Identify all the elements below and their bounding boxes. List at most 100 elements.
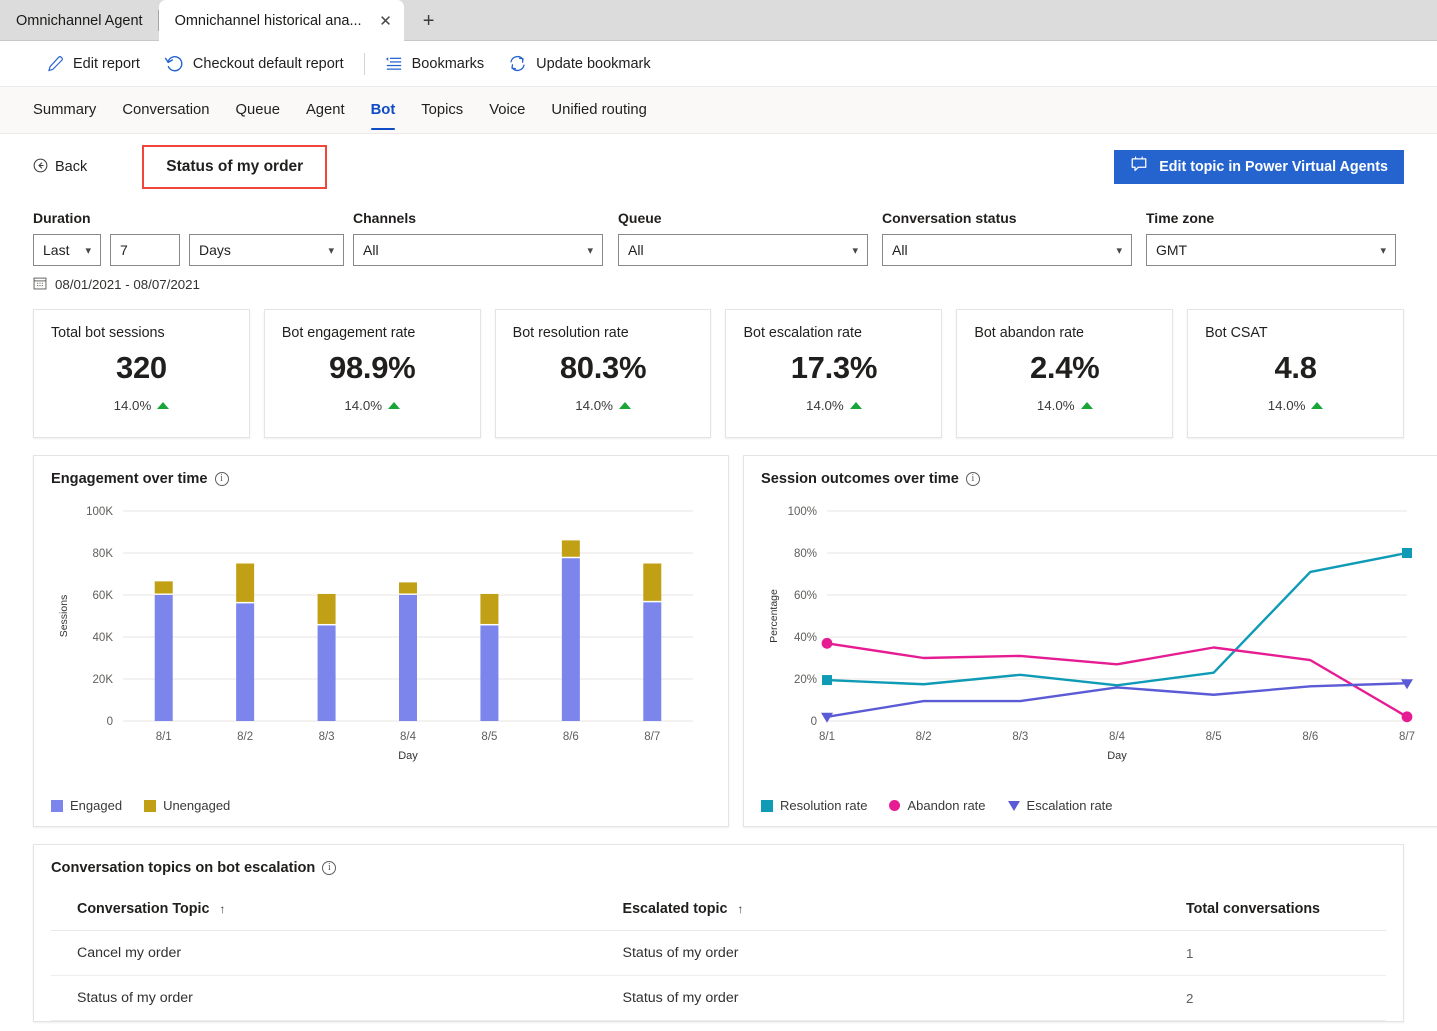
info-icon[interactable]: i	[322, 861, 337, 875]
svg-text:8/5: 8/5	[481, 731, 497, 743]
trend-up-icon	[849, 402, 862, 409]
table-header-row: Conversation Topic ↑ Escalated topic ↑ Tot…	[51, 889, 1386, 931]
duration-amount-input[interactable]: 7	[110, 234, 180, 266]
column-header-conversation-topic[interactable]: Conversation Topic ↑	[51, 889, 597, 931]
tab-agent[interactable]: Agent	[306, 90, 345, 130]
svg-text:100%: 100%	[788, 506, 817, 518]
legend-item-engaged[interactable]: Engaged	[51, 798, 122, 813]
chat-bot-icon	[1130, 156, 1148, 178]
column-header-escalated-topic[interactable]: Escalated topic ↑	[596, 889, 1056, 931]
svg-text:Sessions: Sessions	[58, 595, 70, 638]
browser-tab-strip: Omnichannel Agent Omnichannel historical…	[0, 0, 1437, 41]
table-row[interactable]: Cancel my order Status of my order 1	[51, 930, 1386, 976]
tab-conversation[interactable]: Conversation	[122, 90, 209, 130]
date-range-display: 08/01/2021 - 08/07/2021	[33, 276, 353, 293]
kpi-delta: 14.0%	[1268, 398, 1324, 413]
queue-select[interactable]: All ▾	[618, 234, 868, 266]
browser-tab-omnichannel-agent[interactable]: Omnichannel Agent	[0, 0, 159, 41]
duration-relative-select[interactable]: Last ▾	[33, 234, 101, 266]
column-label: Total conversations	[1186, 901, 1320, 917]
engaged-swatch	[51, 799, 63, 812]
back-label: Back	[55, 159, 88, 175]
edit-topic-in-power-virtual-agents-button[interactable]: Edit topic in Power Virtual Agents	[1114, 150, 1404, 184]
engagement-chart-title: Engagement over time	[51, 471, 208, 487]
info-icon[interactable]: i	[965, 472, 980, 486]
new-tab-icon[interactable]: +	[412, 4, 446, 38]
kpi-card-bot-resolution-rate: Bot resolution rate 80.3% 14.0%	[494, 309, 712, 438]
kpi-delta-value: 14.0%	[1036, 398, 1075, 413]
svg-text:8/7: 8/7	[1399, 731, 1415, 743]
browser-tab-historical-analytics[interactable]: Omnichannel historical ana... ✕	[158, 0, 404, 41]
svg-text:8/4: 8/4	[1109, 731, 1126, 743]
tab-topics[interactable]: Topics	[421, 90, 463, 130]
edit-report-button[interactable]: Edit report	[34, 49, 152, 79]
tab-bot[interactable]: Bot	[370, 90, 395, 130]
refresh-icon	[508, 54, 527, 73]
duration-unit-value: Days	[199, 242, 231, 258]
kpi-delta-value: 14.0%	[575, 398, 613, 413]
close-icon[interactable]: ✕	[376, 11, 396, 31]
conversation-status-select[interactable]: All ▾	[882, 234, 1132, 266]
kpi-delta-value: 14.0%	[806, 398, 844, 413]
kpi-title: Bot CSAT	[1205, 325, 1268, 341]
cell-escalated-topic: Status of my order	[596, 930, 1056, 976]
legend-item-abandon-rate[interactable]: Abandon rate	[889, 798, 986, 813]
browser-tab-title: Omnichannel historical ana...	[174, 12, 362, 29]
legend-item-unengaged[interactable]: Unengaged	[144, 798, 230, 813]
bookmarks-button[interactable]: Bookmarks	[373, 49, 497, 79]
update-bookmark-button[interactable]: Update bookmark	[496, 48, 662, 79]
pva-button-label: Edit topic in Power Virtual Agents	[1159, 159, 1388, 175]
time-zone-select[interactable]: GMT ▾	[1146, 234, 1396, 266]
legend-item-resolution-rate[interactable]: Resolution rate	[761, 798, 867, 813]
channels-select[interactable]: All ▾	[353, 234, 603, 266]
kpi-card-bot-engagement-rate: Bot engagement rate 98.9% 14.0%	[263, 309, 481, 438]
engagement-chart-title-row: Engagement over time i	[51, 471, 711, 487]
table-body: Cancel my order Status of my order 1 Sta…	[51, 930, 1386, 1021]
pencil-icon	[46, 55, 64, 73]
browser-tab-title: Omnichannel Agent	[16, 12, 143, 29]
legend-label: Abandon rate	[907, 798, 986, 813]
svg-text:60K: 60K	[93, 590, 114, 602]
legend-label: Resolution rate	[780, 798, 868, 813]
svg-text:80K: 80K	[93, 548, 114, 560]
kpi-title: Bot engagement rate	[281, 325, 416, 341]
kpi-card-total-bot-sessions: Total bot sessions 320 14.0%	[33, 309, 250, 438]
engagement-chart-legend: Engaged Unengaged	[51, 798, 230, 813]
resolution-rate-swatch	[761, 799, 773, 812]
kpi-card-bot-abandon-rate: Bot abandon rate 2.4% 14.0%	[956, 309, 1174, 438]
sort-ascending-icon: ↑	[737, 902, 744, 916]
cell-total-conversations: 1	[1056, 930, 1386, 976]
svg-text:8/6: 8/6	[563, 731, 579, 743]
bookmarks-label: Bookmarks	[411, 55, 485, 72]
column-header-total-conversations[interactable]: Total conversations	[1056, 889, 1386, 931]
kpi-title: Total bot sessions	[51, 325, 165, 341]
page-content: Back Status of my order Edit topic in Po…	[0, 136, 1437, 1022]
kpi-card-bot-csat: Bot CSAT 4.8 14.0%	[1187, 309, 1404, 438]
duration-controls: Last ▾ 7 Days ▾	[33, 234, 353, 266]
legend-label: Engaged	[70, 798, 123, 813]
checkout-default-report-button[interactable]: Checkout default report	[152, 48, 356, 80]
svg-text:8/5: 8/5	[1206, 731, 1222, 743]
legend-label: Escalation rate	[1026, 798, 1113, 813]
info-icon[interactable]: i	[214, 472, 229, 486]
tab-queue[interactable]: Queue	[236, 90, 280, 130]
duration-filter-group: Duration Last ▾ 7 Days ▾ 08/01/2021 - 08…	[33, 210, 353, 293]
duration-unit-select[interactable]: Days ▾	[189, 234, 344, 266]
kpi-value: 320	[116, 350, 167, 385]
topics-table-title-row: Conversation topics on bot escalation i	[51, 860, 1386, 876]
conversation-topics-panel: Conversation topics on bot escalation i …	[33, 844, 1404, 1022]
escalation-rate-marker	[1007, 800, 1020, 811]
tab-voice[interactable]: Voice	[489, 90, 525, 130]
abandon-rate-marker	[889, 800, 901, 811]
legend-item-escalation-rate[interactable]: Escalation rate	[1007, 798, 1113, 813]
total-value: 2	[1186, 990, 1194, 1006]
topics-table-title: Conversation topics on bot escalation	[51, 860, 316, 876]
sort-ascending-icon: ↑	[219, 902, 226, 916]
tab-summary[interactable]: Summary	[33, 90, 96, 130]
back-button[interactable]: Back	[33, 158, 87, 177]
svg-text:8/1: 8/1	[156, 731, 172, 743]
kpi-value: 80.3%	[559, 350, 647, 385]
svg-text:8/2: 8/2	[237, 731, 253, 743]
table-row[interactable]: Status of my order Status of my order 2	[51, 975, 1386, 1021]
tab-unified-routing[interactable]: Unified routing	[551, 90, 646, 130]
